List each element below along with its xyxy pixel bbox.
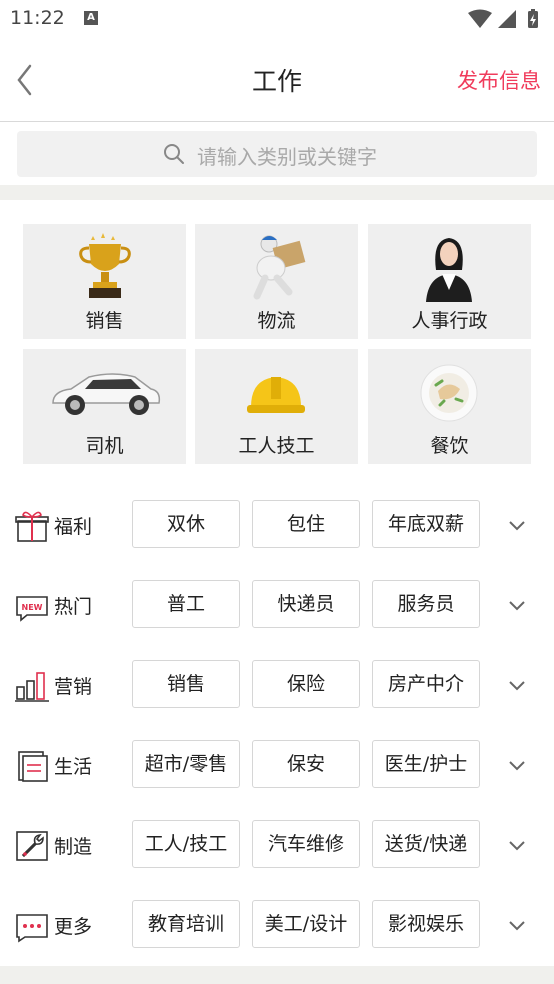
category-tile-catering[interactable]: 餐饮 <box>368 349 531 464</box>
tag-row-more: 更多 教育培训 美工/设计 影视娱乐 <box>0 900 554 950</box>
office-woman-icon <box>426 238 472 302</box>
tag-button[interactable]: 医生/护士 <box>372 740 480 788</box>
tag-button[interactable]: 快递员 <box>252 580 360 628</box>
row-label: 更多 <box>54 916 93 938</box>
bar-chart-icon <box>15 672 49 702</box>
status-bar: 11:22 A <box>0 0 554 38</box>
search-input[interactable]: 请输入类别或关键字 <box>17 131 537 177</box>
tag-button[interactable]: 保安 <box>252 740 360 788</box>
tag-button[interactable]: 房产中介 <box>372 660 480 708</box>
chevron-down-icon[interactable] <box>506 514 528 536</box>
tag-button[interactable]: 工人/技工 <box>132 820 240 868</box>
category-label: 销售 <box>85 310 124 332</box>
row-label: 福利 <box>54 516 93 538</box>
tag-button[interactable]: 包住 <box>252 500 360 548</box>
tag-button[interactable]: 年底双薪 <box>372 500 480 548</box>
category-tile-hr-admin[interactable]: 人事行政 <box>368 224 531 339</box>
notification-icon: A <box>84 11 98 25</box>
signal-battery-icons <box>468 9 538 28</box>
tag-row-life: 生活 超市/零售 保安 医生/护士 <box>0 740 554 790</box>
hard-hat-icon <box>247 377 305 413</box>
wrench-icon <box>16 831 48 861</box>
category-label: 人事行政 <box>411 310 488 332</box>
category-tile-sales[interactable]: 销售 <box>23 224 186 339</box>
category-label: 工人技工 <box>238 435 315 457</box>
category-tile-driver[interactable]: 司机 <box>23 349 186 464</box>
row-label: 制造 <box>54 836 93 858</box>
chevron-down-icon[interactable] <box>506 754 528 776</box>
tag-button[interactable]: 双休 <box>132 500 240 548</box>
category-label: 司机 <box>85 435 124 457</box>
document-icon <box>18 751 48 782</box>
trophy-icon <box>79 233 131 298</box>
tag-button[interactable]: 销售 <box>132 660 240 708</box>
new-badge-icon: NEW <box>16 596 48 622</box>
white-car-icon <box>52 373 161 415</box>
tag-button[interactable]: 超市/零售 <box>132 740 240 788</box>
status-time: 11:22 <box>10 7 65 29</box>
chevron-down-icon[interactable] <box>506 594 528 616</box>
search-placeholder: 请输入类别或关键字 <box>197 145 377 169</box>
more-dots-icon <box>16 914 48 943</box>
row-label: 生活 <box>54 756 93 778</box>
search-icon <box>164 144 184 164</box>
delivery-man-icon <box>253 235 306 300</box>
tag-row-marketing: 营销 销售 保险 房产中介 <box>0 660 554 710</box>
tag-button[interactable]: 影视娱乐 <box>372 900 480 948</box>
category-tile-logistics[interactable]: 物流 <box>195 224 358 339</box>
section-divider <box>0 185 554 200</box>
svg-text:NEW: NEW <box>22 603 43 612</box>
tag-button[interactable]: 送货/快递 <box>372 820 480 868</box>
category-tile-worker[interactable]: 工人技工 <box>195 349 358 464</box>
food-plate-icon <box>420 364 478 422</box>
tag-row-manufacturing: 制造 工人/技工 汽车维修 送货/快递 <box>0 820 554 870</box>
tag-button[interactable]: 汽车维修 <box>252 820 360 868</box>
row-label: 营销 <box>54 676 93 698</box>
category-grid: 销售 物流 人事行政 司机 工人技工 餐饮 <box>23 224 531 464</box>
chevron-down-icon[interactable] <box>506 674 528 696</box>
title-bar: 工作 发布信息 <box>0 38 554 122</box>
tag-row-benefits: 福利 双休 包住 年底双薪 <box>0 500 554 550</box>
tag-button[interactable]: 美工/设计 <box>252 900 360 948</box>
row-label: 热门 <box>54 596 93 618</box>
chevron-down-icon[interactable] <box>506 834 528 856</box>
category-label: 物流 <box>257 310 296 332</box>
tag-row-hot: NEW 热门 普工 快递员 服务员 <box>0 580 554 630</box>
publish-info-button[interactable]: 发布信息 <box>457 65 541 95</box>
chevron-down-icon[interactable] <box>506 914 528 936</box>
tag-button[interactable]: 教育培训 <box>132 900 240 948</box>
bottom-divider <box>0 966 554 984</box>
tag-button[interactable]: 保险 <box>252 660 360 708</box>
tag-button[interactable]: 普工 <box>132 580 240 628</box>
gift-icon <box>15 511 49 542</box>
category-label: 餐饮 <box>430 435 469 457</box>
tag-button[interactable]: 服务员 <box>372 580 480 628</box>
